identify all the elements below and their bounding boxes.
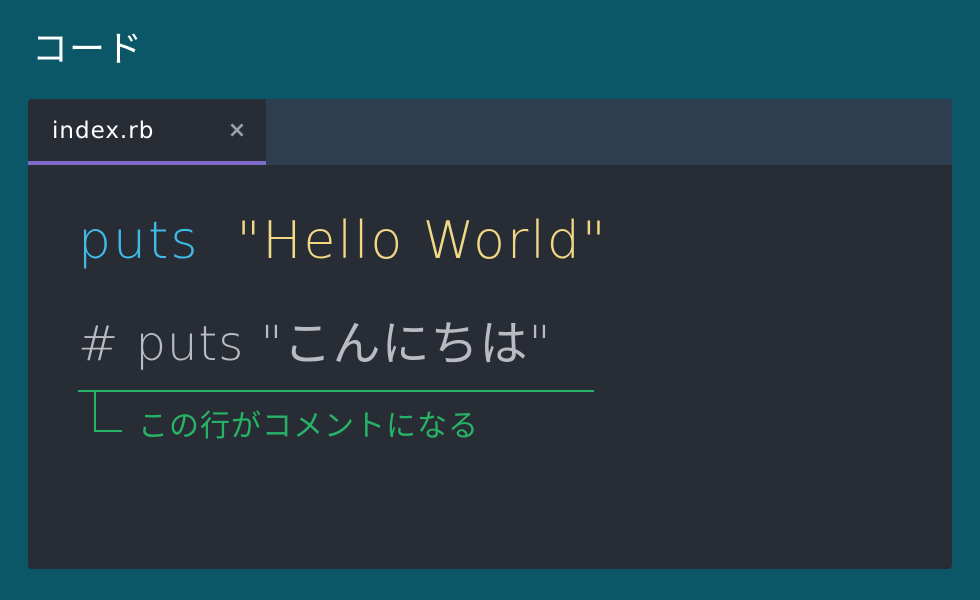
comment-underline: [78, 390, 594, 392]
tab-bar: index.rb ×: [28, 99, 952, 165]
code-string: "Hello World": [236, 211, 608, 271]
code-editor: index.rb × puts "Hello World" # puts "こん…: [28, 99, 952, 569]
code-line-2-comment: # puts "こんにちは": [78, 316, 552, 372]
code-keyword: puts: [78, 211, 200, 271]
annotation-text: この行がコメントになる: [138, 409, 479, 444]
annotation-bracket: [94, 392, 122, 432]
code-line-1: puts "Hello World": [78, 209, 608, 273]
close-icon[interactable]: ×: [225, 116, 249, 146]
tab-label: index.rb: [52, 118, 155, 144]
tab-index-rb[interactable]: index.rb ×: [28, 99, 266, 165]
page-title: コード: [32, 29, 144, 70]
